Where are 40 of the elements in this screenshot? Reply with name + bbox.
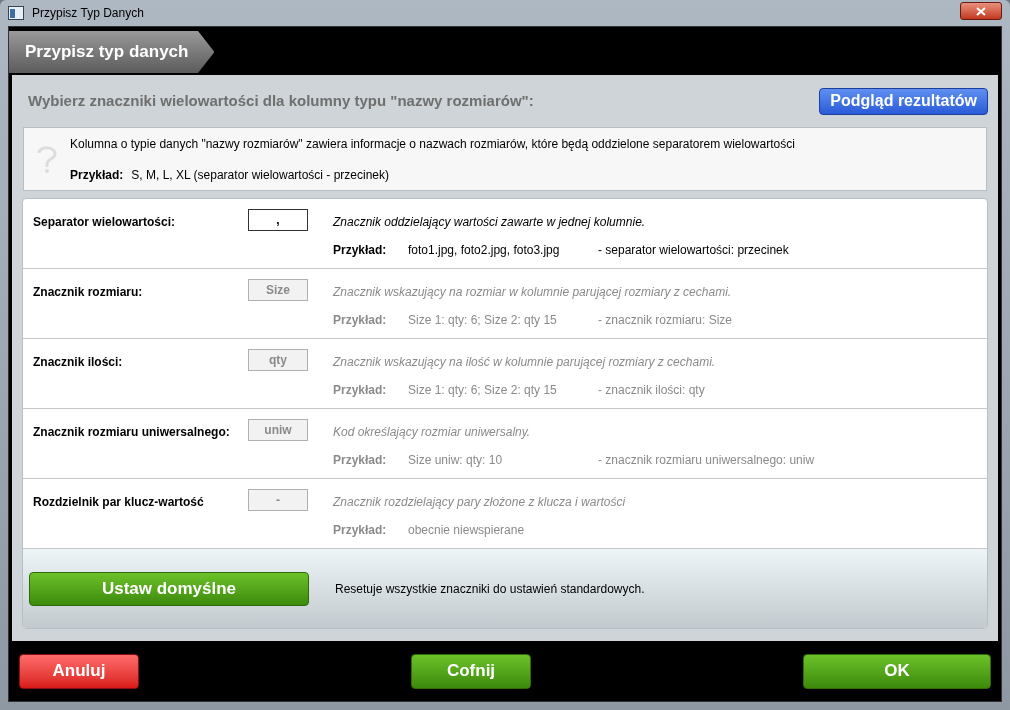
example-text: Size uniw: qty: 10 [408, 452, 504, 469]
example-text: obecnie niewspierane [408, 522, 526, 539]
field-label: Znacznik rozmiaru uniwersalnego: [33, 424, 231, 441]
window-app-icon [8, 6, 24, 20]
back-button[interactable]: Cofnij [411, 653, 531, 689]
example-text: Size 1: qty: 6; Size 2: qty 15 [408, 312, 558, 329]
example-text: Size 1: qty: 6; Size 2: qty 15 [408, 382, 558, 399]
field-label: Znacznik rozmiaru: [33, 284, 144, 301]
example-label: Przykład: [333, 452, 388, 469]
reset-description: Resetuje wszystkie znaczniki do ustawień standardowych. [335, 580, 645, 598]
field-description: Znacznik rozdzielający pary złożone z klucza i wartości [333, 494, 626, 511]
question-icon [36, 144, 58, 174]
field-label: Znacznik ilości: [33, 354, 124, 371]
example-label: Przykład: [333, 242, 388, 259]
input-field[interactable]: , [248, 209, 308, 231]
section-heading: Wybierz znaczniki wielowartości dla kolumny typu "nazwy rozmiarów": [28, 90, 534, 111]
example-label: Przykład: [70, 166, 124, 184]
example-text: S, M, L, XL (separator wielowartości - przecinek) [131, 166, 389, 184]
field-label: Rozdzielnik par klucz-wartość [33, 494, 205, 511]
window-title: Przypisz Typ Danych [32, 5, 144, 22]
example-label: Przykład: [333, 522, 388, 539]
example-note: - znacznik rozmiaru: Size [598, 312, 733, 329]
example-label: Przykład: [333, 382, 388, 399]
example-text: foto1.jpg, foto2.jpg, foto3.jpg [408, 242, 561, 259]
example-note: - znacznik ilości: qty [598, 382, 705, 399]
close-button[interactable] [960, 2, 1002, 20]
preview-button[interactable]: Podgląd rezultatów [819, 87, 988, 115]
info-text: Kolumna o typie danych "nazwy rozmiarów" zawiera informacje o nazwach rozmiarów, które będą oddzielone separatorem wielowartości [70, 135, 795, 153]
field-description: Znacznik wskazujący na ilość w kolumnie parującej rozmiary z cechami. [333, 354, 716, 371]
ok-button[interactable]: OK [803, 653, 991, 689]
reset-defaults-button[interactable]: Ustaw domyślne [29, 571, 309, 606]
close-icon [976, 6, 986, 16]
field-label: Separator wielowartości: [33, 214, 177, 231]
example-label: Przykład: [333, 312, 388, 329]
example-note: - znacznik rozmiaru uniwersalnego: uniw [598, 452, 815, 469]
example-note: - separator wielowartości: przecinek [598, 242, 789, 259]
field-description: Znacznik wskazujący na rozmiar w kolumnie parującej rozmiary z cechami. [333, 284, 733, 301]
field-description: Znacznik oddzielający wartości zawarte w jednej kolumnie. [333, 214, 647, 231]
field-description: Kod określający rozmiar uniwersalny. [333, 424, 532, 441]
cancel-button[interactable]: Anuluj [19, 653, 139, 689]
